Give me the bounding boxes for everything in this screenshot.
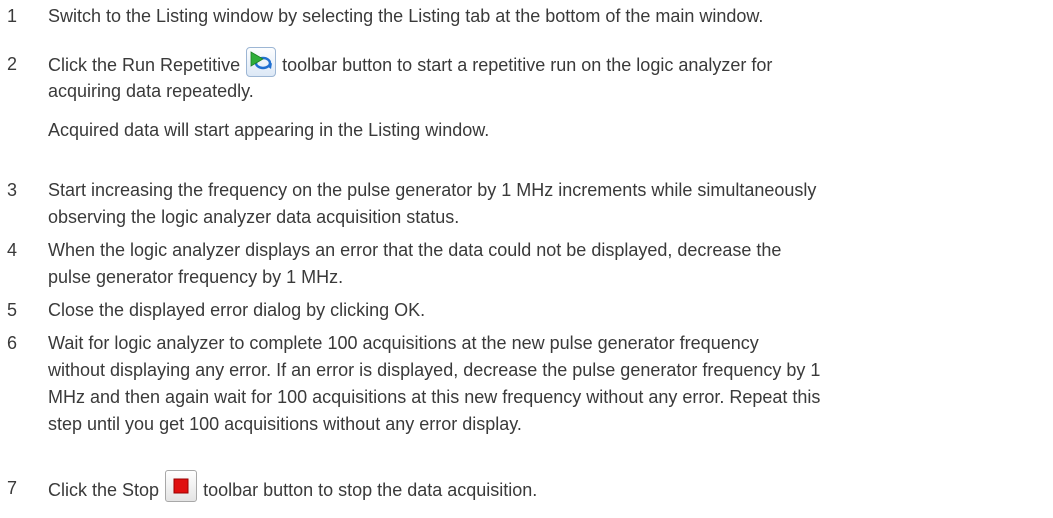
step-body: When the logic analyzer displays an erro… [48, 237, 1048, 291]
step-note: Acquired data will start appearing in th… [48, 120, 490, 140]
step-text-segment: Click the Stop [48, 479, 160, 500]
step-text-line: step until you get 100 acquisitions with… [48, 414, 522, 434]
step-text-line: MHz and then again wait for 100 acquisit… [48, 387, 821, 407]
step-body: Switch to the Listing window by selectin… [48, 3, 1048, 30]
step-text-line: When the logic analyzer displays an erro… [48, 240, 782, 260]
step-body: Click the Run Repetitive toolbar button … [48, 47, 1048, 144]
step-text-line: Switch to the Listing window by selectin… [48, 6, 764, 26]
step-body: Wait for logic analyzer to complete 100 … [48, 330, 1048, 438]
run-repetitive-icon [246, 47, 277, 77]
step-body: Close the displayed error dialog by clic… [48, 297, 1048, 324]
step-body: Click the Stop toolbar button to stop th… [48, 470, 1048, 502]
procedure-document: 1 Switch to the Listing window by select… [0, 0, 1053, 518]
step-text-line: Click the Run Repetitive toolbar button … [48, 47, 1048, 78]
step-number: 1 [7, 6, 18, 26]
step-number: 4 [7, 240, 18, 260]
step-text-segment: Click the Run Repetitive [48, 54, 241, 75]
step-text-line: without displaying any error. If an erro… [48, 360, 821, 380]
step-number: 7 [7, 478, 18, 498]
step-number: 5 [7, 300, 18, 320]
step-number: 3 [7, 180, 18, 200]
step-number: 6 [7, 333, 18, 353]
step-body: Start increasing the frequency on the pu… [48, 177, 1048, 231]
step-number: 2 [7, 54, 18, 74]
step-text-segment: toolbar button to start a repetitive run… [282, 54, 773, 75]
step-text-line: observing the logic analyzer data acquis… [48, 207, 460, 227]
step-text-line: Wait for logic analyzer to complete 100 … [48, 333, 759, 353]
step-text-line: pulse generator frequency by 1 MHz. [48, 267, 344, 287]
stop-icon [165, 470, 198, 502]
step-text-line: Start increasing the frequency on the pu… [48, 180, 817, 200]
step-text-line: Click the Stop toolbar button to stop th… [48, 470, 1048, 502]
step-text-line: Close the displayed error dialog by clic… [48, 300, 426, 320]
step-text-line: acquiring data repeatedly. [48, 81, 254, 101]
step-text-segment: toolbar button to stop the data acquisit… [203, 479, 538, 500]
